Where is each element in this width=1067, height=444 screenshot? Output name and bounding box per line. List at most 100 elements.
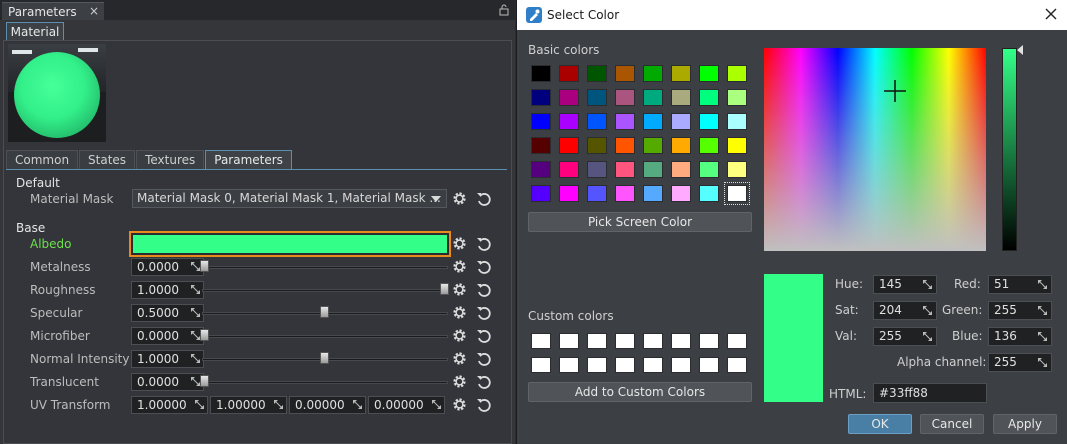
- basic-color-swatch[interactable]: [671, 137, 691, 154]
- basic-color-swatch[interactable]: [615, 89, 635, 106]
- basic-color-swatch[interactable]: [587, 137, 607, 154]
- basic-color-swatch[interactable]: [615, 161, 635, 178]
- param-slider-handle[interactable]: [200, 260, 209, 272]
- custom-color-swatch[interactable]: [643, 333, 663, 349]
- drag-arrow-icon[interactable]: [190, 307, 201, 318]
- uv-transform-field[interactable]: 0.00000: [289, 396, 366, 414]
- basic-color-swatch[interactable]: [724, 182, 750, 205]
- basic-color-swatch[interactable]: [671, 113, 691, 130]
- gear-icon[interactable]: [452, 236, 467, 251]
- drag-arrow-icon[interactable]: [352, 399, 363, 410]
- blue-input[interactable]: 136: [988, 327, 1052, 346]
- custom-color-swatch[interactable]: [587, 333, 607, 349]
- reset-icon[interactable]: [476, 328, 492, 344]
- param-slider-track[interactable]: [202, 381, 448, 384]
- close-icon[interactable]: [1042, 5, 1060, 23]
- sat-input[interactable]: 204: [873, 301, 937, 320]
- basic-color-swatch[interactable]: [587, 161, 607, 178]
- param-value-field[interactable]: 0.0000: [131, 373, 204, 391]
- param-slider-handle[interactable]: [200, 329, 209, 341]
- reset-icon[interactable]: [476, 236, 492, 252]
- gear-icon[interactable]: [452, 282, 467, 297]
- uv-transform-field[interactable]: 1.00000: [210, 396, 287, 414]
- spin-arrow-icon[interactable]: [922, 331, 933, 342]
- basic-color-swatch[interactable]: [615, 113, 635, 130]
- basic-color-swatch[interactable]: [671, 89, 691, 106]
- basic-color-swatch[interactable]: [699, 161, 719, 178]
- gear-icon[interactable]: [452, 351, 467, 366]
- spin-arrow-icon[interactable]: [1037, 279, 1048, 290]
- param-value-field[interactable]: 0.0000: [131, 258, 204, 276]
- basic-color-swatch[interactable]: [671, 161, 691, 178]
- drag-arrow-icon[interactable]: [194, 399, 205, 410]
- basic-color-swatch[interactable]: [559, 65, 579, 82]
- param-value-field[interactable]: 0.5000: [131, 304, 204, 322]
- parameters-window-tab[interactable]: Parameters ×: [2, 2, 104, 20]
- material-tab[interactable]: Material: [6, 22, 64, 41]
- apply-button[interactable]: Apply: [993, 414, 1057, 434]
- basic-color-swatch[interactable]: [727, 137, 747, 154]
- tab-states[interactable]: States: [79, 150, 136, 169]
- spin-arrow-icon[interactable]: [1037, 305, 1048, 316]
- gear-icon[interactable]: [452, 305, 467, 320]
- reset-icon[interactable]: [476, 191, 492, 207]
- custom-color-swatch[interactable]: [615, 333, 635, 349]
- custom-color-swatch[interactable]: [699, 333, 719, 349]
- spin-arrow-icon[interactable]: [1037, 331, 1048, 342]
- basic-color-swatch[interactable]: [699, 113, 719, 130]
- basic-color-swatch[interactable]: [559, 89, 579, 106]
- custom-color-swatch[interactable]: [559, 333, 579, 349]
- pick-screen-color-button[interactable]: Pick Screen Color: [528, 212, 752, 232]
- custom-color-swatch[interactable]: [727, 333, 747, 349]
- tab-common[interactable]: Common: [6, 150, 79, 169]
- hue-input[interactable]: 145: [873, 275, 937, 294]
- red-input[interactable]: 51: [988, 275, 1052, 294]
- basic-color-swatch[interactable]: [699, 89, 719, 106]
- reset-icon[interactable]: [476, 351, 492, 367]
- tab-textures[interactable]: Textures: [136, 150, 205, 169]
- basic-color-swatch[interactable]: [559, 137, 579, 154]
- basic-color-swatch[interactable]: [643, 65, 663, 82]
- basic-color-swatch[interactable]: [615, 65, 635, 82]
- add-to-custom-colors-button[interactable]: Add to Custom Colors: [528, 382, 752, 402]
- reset-icon[interactable]: [476, 374, 492, 390]
- basic-color-swatch[interactable]: [699, 137, 719, 154]
- basic-color-swatch[interactable]: [531, 185, 551, 202]
- param-slider-track[interactable]: [202, 266, 448, 269]
- gear-icon[interactable]: [452, 397, 467, 412]
- param-value-field[interactable]: 1.0000: [131, 281, 204, 299]
- basic-color-swatch[interactable]: [643, 89, 663, 106]
- basic-color-swatch[interactable]: [587, 185, 607, 202]
- ok-button[interactable]: OK: [848, 414, 912, 434]
- albedo-color-field[interactable]: [129, 231, 451, 257]
- spin-arrow-icon[interactable]: [922, 279, 933, 290]
- basic-color-swatch[interactable]: [531, 65, 551, 82]
- basic-color-swatch[interactable]: [587, 89, 607, 106]
- custom-color-swatch[interactable]: [531, 357, 551, 373]
- spin-arrow-icon[interactable]: [922, 305, 933, 316]
- basic-color-swatch[interactable]: [643, 161, 663, 178]
- custom-color-swatch[interactable]: [587, 357, 607, 373]
- reset-icon[interactable]: [476, 397, 492, 413]
- basic-color-swatch[interactable]: [671, 65, 691, 82]
- custom-color-swatch[interactable]: [531, 333, 551, 349]
- uv-transform-field[interactable]: 1.00000: [131, 396, 208, 414]
- basic-color-swatch[interactable]: [587, 65, 607, 82]
- lock-icon[interactable]: [499, 4, 509, 16]
- uv-transform-field[interactable]: 0.00000: [368, 396, 445, 414]
- basic-color-swatch[interactable]: [531, 161, 551, 178]
- basic-color-swatch[interactable]: [727, 65, 747, 82]
- gear-icon[interactable]: [452, 374, 467, 389]
- drag-arrow-icon[interactable]: [190, 353, 201, 364]
- basic-color-swatch[interactable]: [699, 185, 719, 202]
- html-input[interactable]: #33ff88: [873, 383, 987, 403]
- custom-color-swatch[interactable]: [671, 357, 691, 373]
- param-slider-handle[interactable]: [440, 283, 449, 295]
- reset-icon[interactable]: [476, 305, 492, 321]
- cancel-button[interactable]: Cancel: [920, 414, 984, 434]
- basic-color-swatch[interactable]: [671, 185, 691, 202]
- green-input[interactable]: 255: [988, 301, 1052, 320]
- basic-color-swatch[interactable]: [531, 113, 551, 130]
- reset-icon[interactable]: [476, 259, 492, 275]
- param-slider-handle[interactable]: [320, 352, 329, 364]
